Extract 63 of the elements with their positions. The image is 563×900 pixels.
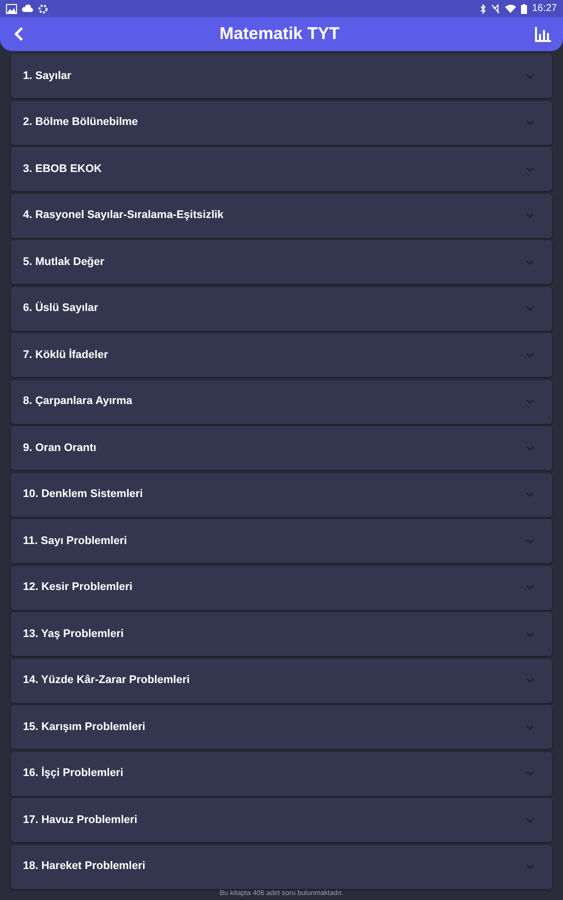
topic-row[interactable]: 8. Çarpanlara Ayırma — [11, 380, 552, 424]
topic-row[interactable]: 13. Yaş Problemleri — [11, 612, 552, 656]
back-icon[interactable] — [12, 26, 24, 42]
topic-row[interactable]: 16. İşçi Problemleri — [11, 752, 552, 796]
status-time: 16:27 — [532, 2, 557, 16]
topic-row[interactable]: 2. Bölme Bölünebilme — [11, 100, 552, 144]
topic-row[interactable]: 18. Hareket Problemleri — [11, 844, 552, 888]
chevron-down-icon — [526, 538, 534, 544]
topic-title: 9. Oran Orantı — [23, 440, 96, 456]
topic-title: 12. Kesir Problemleri — [23, 580, 132, 596]
chevron-down-icon — [526, 306, 534, 311]
topic-title: 14. Yüzde Kâr-Zarar Problemleri — [23, 673, 190, 688]
chevron-down-icon — [526, 446, 534, 450]
chevron-down-icon — [526, 492, 534, 497]
chevron-down-icon — [526, 260, 534, 264]
topic-title: 10. Denklem Sistemleri — [23, 487, 143, 502]
page-title: Matematik TYT — [220, 23, 340, 46]
battery-icon — [520, 4, 527, 14]
topic-title: 17. Havuz Problemleri — [23, 812, 138, 828]
chevron-down-icon — [526, 678, 534, 683]
chevron-down-icon — [526, 632, 534, 636]
topic-title: 2. Bölme Bölünebilme — [23, 115, 138, 130]
topic-title: 3. EBOB EKOK — [23, 162, 102, 177]
topic-row[interactable]: 10. Denklem Sistemleri — [11, 472, 552, 516]
topic-row[interactable]: 4. Rasyonel Sayılar-Sıralama-Eşitsizlik — [11, 194, 552, 238]
topic-row[interactable]: 3. EBOB EKOK — [11, 147, 552, 191]
chevron-down-icon — [526, 399, 534, 404]
topic-title: 15. Karışım Problemleri — [23, 720, 146, 735]
topic-title: 16. İşçi Problemleri — [23, 766, 124, 782]
topic-title: 11. Sayı Problemleri — [23, 534, 127, 549]
image-icon — [6, 4, 17, 14]
topic-title: 18. Hareket Problemleri — [23, 859, 146, 874]
chevron-down-icon — [526, 166, 534, 172]
topic-row[interactable]: 14. Yüzde Kâr-Zarar Problemleri — [11, 658, 552, 702]
chevron-down-icon — [526, 120, 534, 125]
topic-row[interactable]: 9. Oran Orantı — [11, 426, 552, 470]
topic-row[interactable]: 17. Havuz Problemleri — [11, 798, 552, 842]
topic-title: 5. Mutlak Değer — [23, 254, 104, 270]
topic-row[interactable]: 15. Karışım Problemleri — [11, 705, 552, 749]
topic-row[interactable]: 5. Mutlak Değer — [11, 240, 552, 284]
topic-row[interactable]: 11. Sayı Problemleri — [11, 519, 552, 563]
cloud-icon — [22, 4, 33, 13]
topic-row[interactable]: 1. Sayılar — [11, 54, 552, 98]
topic-row[interactable]: 7. Köklü İfadeler — [11, 333, 552, 377]
wifi-icon — [504, 4, 516, 13]
chevron-down-icon — [526, 771, 534, 776]
topic-title: 8. Çarpanlara Ayırma — [23, 394, 132, 410]
topic-title: 7. Köklü İfadeler — [23, 348, 108, 363]
topic-title: 4. Rasyonel Sayılar-Sıralama-Eşitsizlik — [23, 208, 224, 224]
chevron-down-icon — [526, 352, 534, 358]
topic-title: 1. Sayılar — [23, 68, 72, 84]
bluetooth-icon — [480, 4, 486, 14]
chevron-down-icon — [526, 818, 534, 822]
chevron-down-icon — [526, 213, 534, 218]
topic-row[interactable]: 12. Kesir Problemleri — [11, 566, 552, 610]
topic-title: 13. Yaş Problemleri — [23, 626, 124, 642]
chevron-down-icon — [526, 585, 534, 590]
chevron-down-icon — [526, 724, 534, 730]
bar-chart-icon[interactable] — [534, 26, 551, 42]
topic-title: 6. Üslü Sayılar — [23, 300, 98, 316]
chevron-down-icon — [526, 864, 534, 869]
topic-row[interactable]: 6. Üslü Sayılar — [11, 286, 552, 330]
chevron-down-icon — [526, 74, 534, 78]
